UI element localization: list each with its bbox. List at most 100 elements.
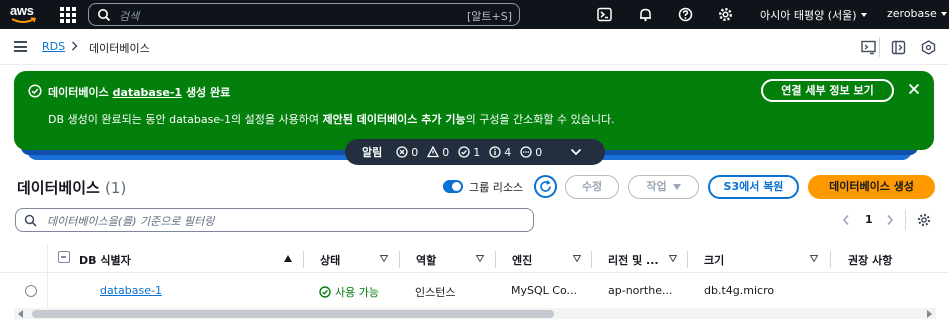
select-all-checkbox[interactable] xyxy=(58,251,70,263)
column-divider xyxy=(830,251,831,268)
success-count-value: 1 xyxy=(473,145,481,159)
bell-icon[interactable] xyxy=(638,7,653,22)
search-icon xyxy=(24,214,37,227)
caret-down-icon xyxy=(940,11,947,16)
sort-icon[interactable] xyxy=(476,255,484,262)
menu-icon[interactable] xyxy=(14,41,27,52)
resource-count: (1) xyxy=(105,179,127,197)
flash-title-prefix: 데이터베이스 xyxy=(48,86,109,99)
group-resources-toggle[interactable] xyxy=(443,180,463,193)
info-icon xyxy=(489,146,501,158)
chevron-right-icon[interactable] xyxy=(886,214,894,226)
refresh-button[interactable] xyxy=(534,175,557,198)
view-connection-details-button[interactable]: 연결 세부 정보 보기 xyxy=(761,79,894,102)
flash-message-part: DB 생성이 완료되는 동안 database-1의 설정을 사용하여 xyxy=(48,113,320,126)
notification-label: 알림 xyxy=(362,146,383,159)
horizontal-scrollbar[interactable] xyxy=(14,308,936,319)
warning-count: 0 xyxy=(427,146,449,159)
split-panel-icon[interactable] xyxy=(891,40,906,55)
status-text: 사용 가능 xyxy=(335,286,379,299)
search-icon xyxy=(98,9,111,22)
services-grid-icon[interactable] xyxy=(60,7,76,23)
column-header-recommendations[interactable]: 권장 사항 xyxy=(848,252,892,268)
chevron-left-icon[interactable] xyxy=(842,214,850,226)
chevron-right-icon xyxy=(71,41,78,51)
group-resources-label: 그룹 리소스 xyxy=(469,181,524,194)
page-title: 데이터베이스 (1) xyxy=(17,177,126,198)
aws-logo[interactable]: aws xyxy=(10,4,40,26)
in-progress-icon xyxy=(520,146,532,158)
current-page[interactable]: 1 xyxy=(865,213,873,226)
search-shortcut-hint: [알트+S] xyxy=(466,10,512,23)
caret-down-icon xyxy=(860,13,867,17)
flash-db-link[interactable]: database-1 xyxy=(113,86,183,99)
search-placeholder: 검색 xyxy=(119,10,140,23)
size-cell: db.t4g.micro xyxy=(704,284,775,297)
success-icon xyxy=(458,146,470,158)
global-search-input[interactable]: 검색 [알트+S] xyxy=(88,3,520,26)
warning-icon xyxy=(427,146,440,158)
column-header-role[interactable]: 역할 xyxy=(416,252,436,268)
success-check-icon xyxy=(319,286,331,298)
top-navigation: aws 검색 [알트+S] 아시아 태평양 (서울) zerobase xyxy=(0,0,949,29)
in-progress-count: 0 xyxy=(520,146,542,159)
sort-ascending-icon[interactable] xyxy=(284,255,292,262)
status-badge: 사용 가능 xyxy=(319,284,379,300)
column-header-db-identifier[interactable]: DB 식별자 xyxy=(79,252,131,268)
column-divider xyxy=(687,251,688,268)
error-icon xyxy=(396,146,408,158)
create-database-button[interactable]: 데이터베이스 생성 xyxy=(808,175,935,199)
region-label: 아시아 태평양 (서울) xyxy=(760,9,857,22)
modify-button[interactable]: 수정 xyxy=(565,175,619,199)
table-row[interactable]: database-1 사용 가능 인스턴스 MySQL Co... ap-nor… xyxy=(0,274,949,308)
breadcrumb-rds-link[interactable]: RDS xyxy=(42,40,65,53)
column-header-engine[interactable]: 엔진 xyxy=(512,252,532,268)
sort-icon[interactable] xyxy=(380,255,388,262)
scroll-left-icon[interactable] xyxy=(18,310,23,318)
region-selector[interactable]: 아시아 태평양 (서울) xyxy=(760,7,867,23)
help-icon[interactable] xyxy=(678,7,693,22)
success-count: 1 xyxy=(458,146,480,159)
restore-from-s3-button[interactable]: S3에서 복원 xyxy=(708,175,799,199)
flash-message-part: 의 구성을 간소화할 수 있습니다. xyxy=(465,113,615,126)
in-progress-count-value: 0 xyxy=(535,145,543,159)
close-icon[interactable] xyxy=(908,83,920,95)
role-cell: 인스턴스 xyxy=(415,286,456,299)
chevron-down-icon[interactable] xyxy=(570,147,582,157)
column-divider xyxy=(303,251,304,268)
flash-title: 데이터베이스 database-1 생성 완료 xyxy=(48,84,230,100)
cloudshell-icon[interactable] xyxy=(597,7,612,22)
error-count: 0 xyxy=(396,146,418,159)
column-header-region[interactable]: 리전 및 ... xyxy=(608,252,659,268)
toolbar-divider xyxy=(879,37,880,57)
flash-message: DB 생성이 완료되는 동안 database-1의 설정을 사용하여 제안된 … xyxy=(48,111,615,127)
column-divider xyxy=(591,251,592,268)
filter-input[interactable]: 데이터베이스을(를) 기준으로 필터링 xyxy=(15,208,534,232)
preferences-gear-icon[interactable] xyxy=(917,213,931,227)
flash-message-emphasis: 제안된 데이터베이스 추가 기능 xyxy=(322,113,466,126)
column-header-size[interactable]: 크기 xyxy=(704,252,724,268)
scroll-right-icon[interactable] xyxy=(927,310,932,318)
tutorial-icon[interactable] xyxy=(921,40,936,55)
sort-icon[interactable] xyxy=(573,255,581,262)
row-select-radio[interactable] xyxy=(25,285,37,297)
table-header-row: DB 식별자 상태 역할 엔진 리전 및 ... 크기 권장 사항 xyxy=(0,244,949,273)
column-divider xyxy=(495,251,496,268)
db-identifier-link[interactable]: database-1 xyxy=(100,284,162,297)
settings-icon[interactable] xyxy=(718,7,733,22)
engine-cell: MySQL Co... xyxy=(511,284,577,297)
sort-icon[interactable] xyxy=(810,255,818,262)
cloudshell-panel-icon[interactable] xyxy=(861,40,876,55)
scrollbar-thumb[interactable] xyxy=(32,310,554,318)
sort-icon[interactable] xyxy=(669,255,677,262)
breadcrumb-current: 데이터베이스 xyxy=(89,42,150,55)
breadcrumb-bar: RDS 데이터베이스 xyxy=(0,29,949,65)
account-menu[interactable]: zerobase xyxy=(887,7,947,20)
info-count-value: 4 xyxy=(504,145,512,159)
refresh-icon xyxy=(540,180,551,192)
notification-bar[interactable]: 알림 0 0 1 4 0 xyxy=(345,139,605,165)
column-divider xyxy=(399,251,400,268)
actions-dropdown[interactable]: 작업 xyxy=(628,175,699,199)
column-header-status[interactable]: 상태 xyxy=(320,252,340,268)
account-name: zerobase xyxy=(887,7,937,20)
